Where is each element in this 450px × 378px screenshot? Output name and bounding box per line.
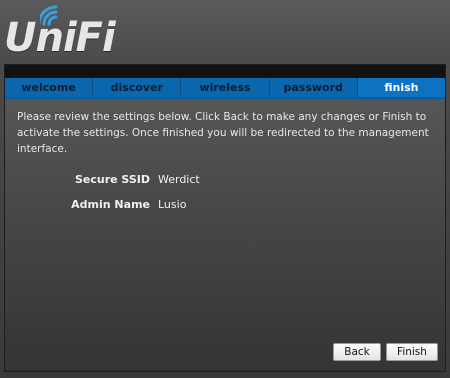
ssid-value: Werdict [158,173,200,186]
panel-top-bar [5,65,445,78]
back-button[interactable]: Back [333,343,381,361]
admin-name-label: Admin Name [71,198,150,211]
admin-name-value: Lusio [158,198,187,211]
ssid-label: Secure SSID [74,173,150,186]
tab-finish[interactable]: finish [357,78,446,97]
tab-discover[interactable]: discover [93,78,182,97]
review-description: Please review the settings below. Click … [17,111,429,155]
unifi-logo: UniFi [4,4,124,62]
wizard-panel: welcome discover wireless password finis… [4,64,446,372]
tab-wireless[interactable]: wireless [181,78,270,97]
finish-button[interactable]: Finish [386,343,438,361]
logo-text: UniFi [4,15,116,61]
setup-wizard-page: UniFi welcome discover wireless password… [0,0,450,378]
wizard-tabs: welcome discover wireless password finis… [5,78,446,99]
tab-password[interactable]: password [270,78,358,97]
tab-welcome[interactable]: welcome [5,78,94,97]
